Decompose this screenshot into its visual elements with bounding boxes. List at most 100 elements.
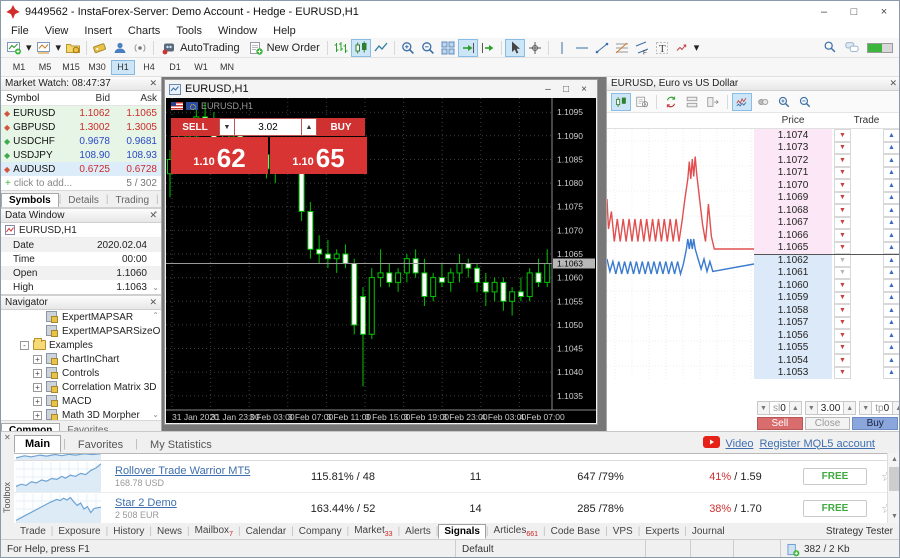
sell-limit-icon[interactable]: ▼	[834, 229, 851, 242]
column-symbol[interactable]: Symbol	[1, 93, 67, 104]
sell-limit-icon[interactable]: ▼	[834, 129, 851, 142]
toolbox-tab-journal[interactable]: Journal	[687, 525, 730, 538]
toolbox-tab-experts[interactable]: Experts	[640, 525, 684, 538]
buy-limit-icon[interactable]: ▲	[883, 367, 900, 380]
sell-limit-icon[interactable]: ▼	[834, 192, 851, 205]
sell-limit-icon[interactable]: ▼	[834, 204, 851, 217]
status-profile[interactable]: Default	[456, 540, 646, 558]
buy-limit-icon[interactable]: ▲	[883, 304, 900, 317]
signal-name-link[interactable]: Star 2 Demo	[115, 497, 177, 509]
sell-limit-icon[interactable]: ▼	[834, 167, 851, 180]
arrows-icon[interactable]	[672, 39, 692, 57]
dom-chart-icon[interactable]	[611, 93, 631, 111]
sell-limit-icon[interactable]: ▼	[834, 367, 851, 380]
market-watch-row[interactable]: ◆USDCHF0.96780.9681	[1, 134, 161, 148]
dom-price-cell[interactable]: 1.1070	[754, 179, 832, 192]
dom-price-cell[interactable]: 1.1053	[754, 367, 832, 380]
expand-icon[interactable]: +	[33, 411, 42, 420]
chart-close-button[interactable]: ×	[575, 84, 593, 95]
new-chart-icon[interactable]	[4, 39, 24, 57]
market-watch-row[interactable]: ◆USDJPY108.90108.93	[1, 148, 161, 162]
dom-ticks-icon[interactable]	[732, 93, 752, 111]
horizontal-line-icon[interactable]	[572, 39, 592, 57]
bars-icon[interactable]	[331, 39, 351, 57]
sell-limit-icon[interactable]: ▼	[834, 279, 851, 292]
expand-icon[interactable]: +	[33, 369, 42, 378]
menu-view[interactable]: View	[37, 25, 77, 37]
volume-field[interactable]: 3.02	[235, 118, 301, 136]
timeframe-m1[interactable]: M1	[7, 60, 31, 75]
autotrading-button[interactable]: AutoTrading	[157, 39, 244, 57]
timeframe-w1[interactable]: W1	[189, 60, 213, 75]
dom-price-cell[interactable]: 1.1058	[754, 304, 832, 317]
volume-stepper[interactable]: ▼ 3.00 ▲	[805, 401, 856, 415]
dom-price-cell[interactable]: 1.1072	[754, 154, 832, 167]
video-link[interactable]: Video	[726, 438, 754, 450]
signal-row[interactable]: Star 2 Demo2 508 EUR163.44% / 5214285 /7…	[14, 493, 900, 523]
dom-price-cell[interactable]: 1.1066	[754, 229, 832, 242]
chart-maximize-button[interactable]: □	[557, 84, 575, 95]
close-icon[interactable]: ✕	[149, 78, 157, 89]
dom-price-cell[interactable]: 1.1071	[754, 167, 832, 180]
profiles-icon[interactable]	[34, 39, 54, 57]
vertical-line-icon[interactable]	[552, 39, 572, 57]
tile-windows-icon[interactable]	[438, 39, 458, 57]
volume-down-icon[interactable]: ▼	[219, 118, 235, 136]
toolbox-tab-market[interactable]: Market33	[349, 524, 397, 539]
minimize-button[interactable]: –	[809, 1, 839, 23]
column-bid[interactable]: Bid	[67, 93, 114, 104]
buy-limit-icon[interactable]: ▲	[883, 129, 900, 142]
zoom-out-icon[interactable]	[418, 39, 438, 57]
signal-row[interactable]: Rollover Trade Warrior MT5168.78 USD115.…	[14, 461, 900, 493]
sell-button[interactable]: SELL	[171, 118, 219, 136]
market-watch-row[interactable]: ◆AUDUSD0.67250.6728	[1, 162, 161, 176]
toolbox-tab-code-base[interactable]: Code Base	[546, 525, 605, 538]
toolbox-tab-alerts[interactable]: Alerts	[400, 525, 436, 538]
dom-zoom-in-icon[interactable]	[774, 93, 794, 111]
dom-depth-icon[interactable]	[682, 93, 702, 111]
buy-limit-icon[interactable]: ▲	[883, 242, 900, 255]
buy-limit-icon[interactable]: ▲	[883, 142, 900, 155]
dom-price-cell[interactable]: 1.1067	[754, 217, 832, 230]
scroll-down-icon[interactable]: ⌄	[152, 283, 159, 292]
buy-button[interactable]: BUY	[317, 118, 365, 136]
dom-sell-button[interactable]: Sell	[757, 417, 803, 430]
dom-price-cell[interactable]: 1.1073	[754, 142, 832, 155]
search-icon[interactable]	[823, 40, 837, 57]
metaquotes-id-icon[interactable]	[90, 39, 110, 57]
sell-limit-icon[interactable]: ▼	[834, 267, 851, 280]
toolbox-tab-main[interactable]: Main	[14, 435, 61, 453]
youtube-icon[interactable]	[703, 436, 720, 451]
free-button[interactable]: FREE	[803, 500, 867, 517]
auto-scroll-icon[interactable]	[458, 39, 478, 57]
signal-icon[interactable]	[130, 39, 150, 57]
toolbox-tab-trade[interactable]: Trade	[15, 525, 51, 538]
dom-price-cell[interactable]: 1.1069	[754, 192, 832, 205]
toolbox-tab-company[interactable]: Company	[294, 525, 347, 538]
dom-price-cell[interactable]: 1.1062	[754, 254, 832, 267]
toolbox-tab-calendar[interactable]: Calendar	[241, 525, 292, 538]
dom-price-cell[interactable]: 1.1065	[754, 242, 832, 255]
ask-price-button[interactable]: 1.10 65	[270, 137, 367, 174]
buy-limit-icon[interactable]: ▲	[883, 342, 900, 355]
tree-item[interactable]: ExpertMAPSAR	[1, 310, 161, 324]
text-icon[interactable]: T	[652, 39, 672, 57]
sell-limit-icon[interactable]: ▼	[834, 179, 851, 192]
candles-icon[interactable]	[351, 39, 371, 57]
community-icon[interactable]	[110, 39, 130, 57]
chart-window-titlebar[interactable]: EURUSD,H1 – □ ×	[165, 80, 597, 98]
buy-limit-icon[interactable]: ▲	[883, 204, 900, 217]
buy-limit-icon[interactable]: ▲	[883, 192, 900, 205]
take-profit-stepper[interactable]: ▼ tp0 ▲	[859, 401, 900, 415]
buy-limit-icon[interactable]: ▲	[883, 229, 900, 242]
market-watch-row[interactable]: ◆GBPUSD1.30021.3005	[1, 120, 161, 134]
tree-item[interactable]: ExpertMAPSARSizeOptim	[1, 324, 161, 338]
buy-limit-icon[interactable]: ▲	[883, 167, 900, 180]
click-to-add-label[interactable]: click to add...	[14, 178, 72, 189]
expand-icon[interactable]: +	[33, 383, 42, 392]
tree-item[interactable]: +MACD	[1, 394, 161, 408]
buy-limit-icon[interactable]: ▲	[883, 217, 900, 230]
dom-buy-button[interactable]: Buy	[852, 417, 898, 430]
timeframe-d1[interactable]: D1	[163, 60, 187, 75]
dom-price-cell[interactable]: 1.1055	[754, 342, 832, 355]
